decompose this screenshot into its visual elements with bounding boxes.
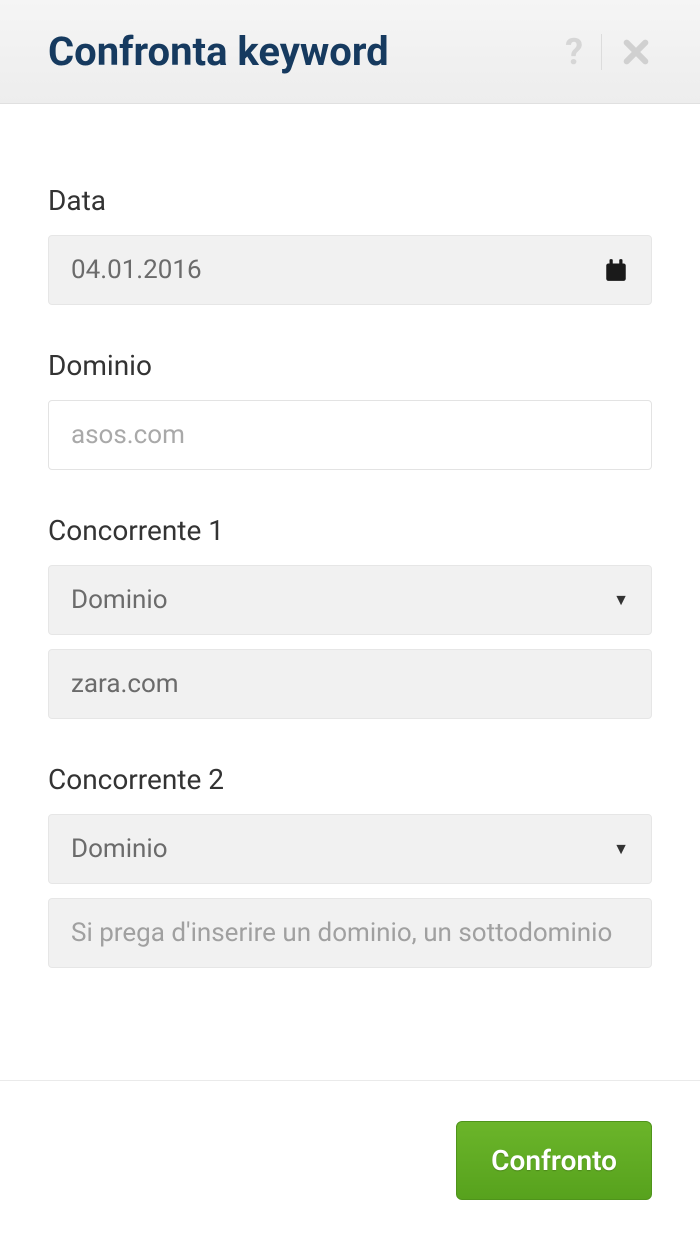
competitor1-value: zara.com bbox=[71, 669, 629, 699]
header-divider bbox=[601, 34, 602, 70]
dialog-title: Confronta keyword bbox=[48, 28, 389, 75]
date-label: Data bbox=[48, 184, 652, 217]
domain-input-wrapper bbox=[48, 400, 652, 470]
domain-field-group: Dominio bbox=[48, 349, 652, 470]
competitor1-type-select[interactable]: Dominio ▼ bbox=[48, 565, 652, 635]
calendar-icon[interactable] bbox=[603, 257, 629, 283]
competitor2-label: Concorrente 2 bbox=[48, 763, 652, 796]
dialog-body: Data 04.01.2016 Dominio Concorrente 1 Do… bbox=[0, 104, 700, 1052]
chevron-down-icon: ▼ bbox=[613, 839, 629, 859]
close-icon[interactable] bbox=[620, 36, 652, 68]
competitor2-input[interactable]: Si prega d'inserire un dominio, un sotto… bbox=[48, 898, 652, 968]
domain-input[interactable] bbox=[71, 420, 629, 450]
competitor1-input[interactable]: zara.com bbox=[48, 649, 652, 719]
date-input[interactable]: 04.01.2016 bbox=[48, 235, 652, 305]
help-icon[interactable]: ? bbox=[565, 31, 583, 73]
header-actions: ? bbox=[565, 31, 652, 73]
competitor2-type-select[interactable]: Dominio ▼ bbox=[48, 814, 652, 884]
date-value: 04.01.2016 bbox=[71, 255, 603, 285]
competitor1-label: Concorrente 1 bbox=[48, 514, 652, 547]
date-field-group: Data 04.01.2016 bbox=[48, 184, 652, 305]
chevron-down-icon: ▼ bbox=[613, 590, 629, 610]
competitor1-field-group: Concorrente 1 Dominio ▼ zara.com bbox=[48, 514, 652, 719]
submit-button[interactable]: Confronto bbox=[456, 1121, 652, 1200]
dialog-header: Confronta keyword ? bbox=[0, 0, 700, 104]
competitor1-select-value: Dominio bbox=[71, 585, 168, 615]
competitor2-select-value: Dominio bbox=[71, 834, 168, 864]
domain-label: Dominio bbox=[48, 349, 652, 382]
competitor2-field-group: Concorrente 2 Dominio ▼ Si prega d'inser… bbox=[48, 763, 652, 968]
dialog-footer: Confronto bbox=[0, 1080, 700, 1240]
competitor2-placeholder: Si prega d'inserire un dominio, un sotto… bbox=[71, 918, 629, 948]
